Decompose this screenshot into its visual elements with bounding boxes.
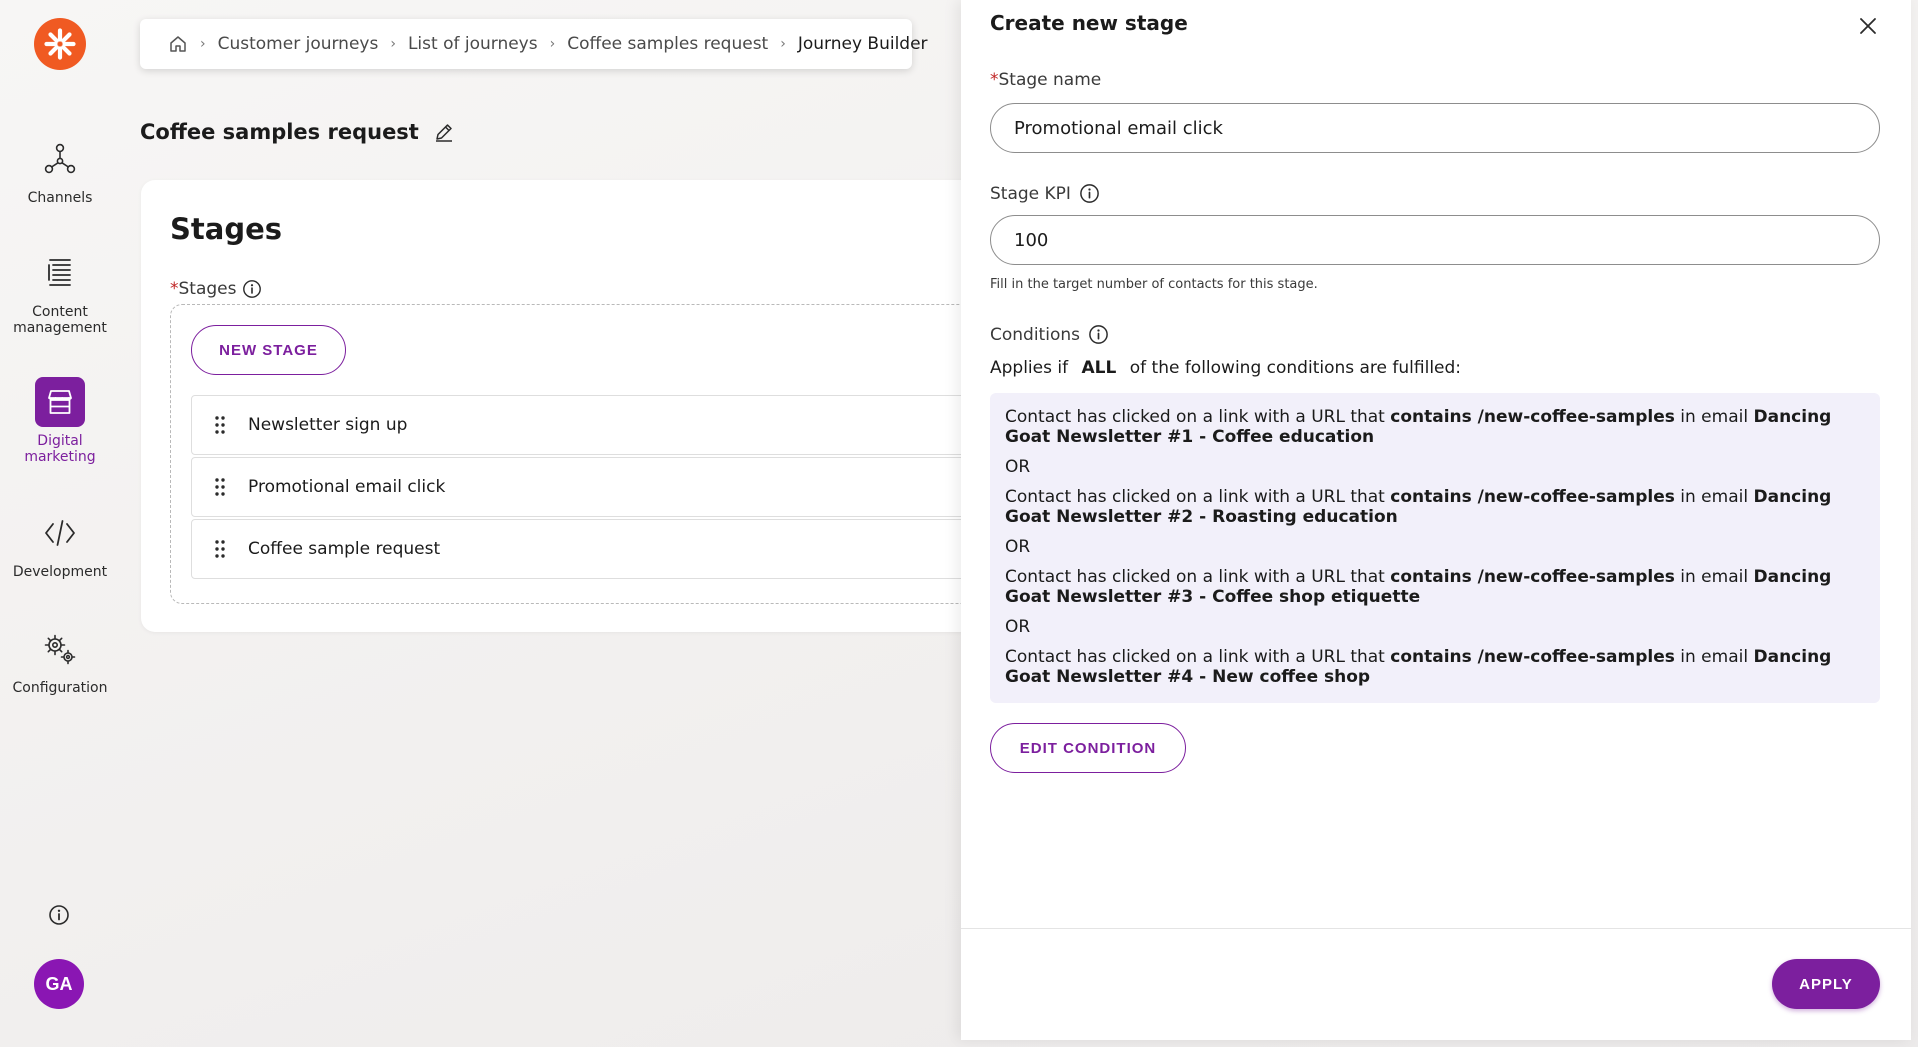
drag-handle-icon[interactable] xyxy=(192,415,248,435)
stages-drop-zone: NEW STAGE Newsletter sign up Promotional… xyxy=(170,304,1011,604)
conditions-summary: Contact has clicked on a link with a URL… xyxy=(990,393,1880,703)
condition-prefix: Contact has clicked on a link with a URL… xyxy=(1005,567,1385,587)
nav-item-label: Configuration xyxy=(12,680,108,696)
conditions-label: Conditions xyxy=(990,324,1109,345)
stages-field-label: * Stages xyxy=(170,279,262,299)
logo-icon xyxy=(44,28,76,60)
required-marker: * xyxy=(990,70,999,90)
create-stage-panel: Create new stage * Stage name Stage KPI … xyxy=(961,0,1911,1040)
nav-item-development[interactable]: Development xyxy=(0,508,120,580)
applies-operator: ALL xyxy=(1081,358,1117,378)
gears-icon xyxy=(44,634,76,665)
logo[interactable] xyxy=(34,18,86,70)
nav-item-digital-marketing[interactable]: Digital marketing xyxy=(0,377,120,465)
user-avatar[interactable]: GA xyxy=(34,959,84,1009)
stages-info-tooltip[interactable] xyxy=(242,279,262,299)
stage-item-label: Newsletter sign up xyxy=(248,415,408,435)
condition-item: Contact has clicked on a link with a URL… xyxy=(1005,567,1864,607)
condition-middle: in email xyxy=(1680,567,1749,587)
nav-item-content-management[interactable]: Content management xyxy=(0,248,120,336)
breadcrumb-list-of-journeys[interactable]: List of journeys xyxy=(408,34,538,54)
condition-prefix: Contact has clicked on a link with a URL… xyxy=(1005,487,1385,507)
main-navigation: Channels Content management Digital mark… xyxy=(0,0,120,1047)
chevron-right-icon: › xyxy=(390,36,396,52)
edit-condition-button[interactable]: EDIT CONDITION xyxy=(990,723,1186,773)
stage-kpi-label-text: Stage KPI xyxy=(990,183,1071,204)
stage-name-label-text: Stage name xyxy=(998,70,1102,90)
channels-icon xyxy=(44,143,76,174)
help-info-button[interactable] xyxy=(47,903,71,927)
condition-match: contains /new-coffee-samples xyxy=(1390,407,1675,427)
stage-name-label: * Stage name xyxy=(990,70,1101,90)
conditions-label-text: Conditions xyxy=(990,324,1080,345)
home-icon xyxy=(170,36,186,52)
breadcrumb-journey-builder: Journey Builder xyxy=(797,34,928,54)
applies-suffix: of the following conditions are fulfille… xyxy=(1129,358,1462,378)
pencil-icon xyxy=(435,124,452,142)
stage-item-label: Promotional email click xyxy=(248,477,446,497)
nav-item-label: Development xyxy=(12,564,108,580)
nav-item-configuration[interactable]: Configuration xyxy=(0,624,120,696)
info-icon xyxy=(1089,325,1108,344)
or-separator: OR xyxy=(1005,537,1031,557)
stage-item[interactable]: Newsletter sign up xyxy=(191,395,1011,455)
condition-prefix: Contact has clicked on a link with a URL… xyxy=(1005,647,1385,667)
or-separator: OR xyxy=(1005,457,1031,477)
condition-item: Contact has clicked on a link with a URL… xyxy=(1005,647,1864,687)
info-icon xyxy=(243,280,262,298)
code-icon xyxy=(45,520,75,546)
nav-item-label: Channels xyxy=(27,190,93,206)
chevron-right-icon: › xyxy=(780,36,786,52)
chevron-right-icon: › xyxy=(200,36,206,52)
nav-item-label: Content management xyxy=(13,304,107,336)
page-title: Coffee samples request xyxy=(140,120,455,144)
applies-prefix: Applies if xyxy=(990,358,1069,378)
nav-item-label: Digital marketing xyxy=(24,433,96,465)
stages-card: Stages * Stages NEW STAGE Newsletter sig… xyxy=(141,180,1011,632)
condition-match: contains /new-coffee-samples xyxy=(1390,567,1675,587)
nav-item-channels[interactable]: Channels xyxy=(0,134,120,206)
panel-footer-divider xyxy=(961,928,1911,929)
condition-middle: in email xyxy=(1680,407,1749,427)
conditions-info-tooltip[interactable] xyxy=(1088,324,1109,345)
stage-item-label: Coffee sample request xyxy=(248,539,441,559)
home-breadcrumb-link[interactable] xyxy=(168,34,188,54)
breadcrumb: › Customer journeys › List of journeys ›… xyxy=(140,19,928,69)
drag-handle-icon[interactable] xyxy=(192,477,248,497)
apply-button[interactable]: APPLY xyxy=(1772,959,1880,1009)
condition-match: contains /new-coffee-samples xyxy=(1390,647,1675,667)
stage-name-input[interactable] xyxy=(990,103,1880,153)
panel-title: Create new stage xyxy=(990,11,1188,35)
stage-kpi-label: Stage KPI xyxy=(990,183,1100,204)
stage-kpi-hint: Fill in the target number of contacts fo… xyxy=(990,277,1318,292)
page-title-text: Coffee samples request xyxy=(140,120,419,144)
condition-middle: in email xyxy=(1680,487,1749,507)
stage-item[interactable]: Promotional email click xyxy=(191,457,1011,517)
condition-match: contains /new-coffee-samples xyxy=(1390,487,1675,507)
condition-item: Contact has clicked on a link with a URL… xyxy=(1005,407,1864,447)
required-marker: * xyxy=(170,279,179,299)
info-icon xyxy=(49,905,69,925)
chevron-right-icon: › xyxy=(549,36,556,52)
stage-kpi-info-tooltip[interactable] xyxy=(1079,183,1100,204)
condition-item: Contact has clicked on a link with a URL… xyxy=(1005,487,1864,527)
breadcrumb-customer-journeys[interactable]: Customer journeys xyxy=(218,34,379,54)
applies-text: Applies if ALL of the following conditio… xyxy=(990,358,1461,378)
info-icon xyxy=(1080,184,1099,203)
close-icon xyxy=(1860,18,1876,34)
stages-heading: Stages xyxy=(170,212,283,246)
close-panel-button[interactable] xyxy=(1853,11,1883,41)
digital-marketing-icon xyxy=(48,390,72,414)
content-management-icon xyxy=(48,259,71,286)
stage-item[interactable]: Coffee sample request xyxy=(191,519,1011,579)
new-stage-button[interactable]: NEW STAGE xyxy=(191,325,346,375)
edit-title-button[interactable] xyxy=(433,121,455,143)
stage-kpi-input[interactable] xyxy=(990,215,1880,265)
condition-middle: in email xyxy=(1680,647,1749,667)
condition-prefix: Contact has clicked on a link with a URL… xyxy=(1005,407,1385,427)
drag-handle-icon[interactable] xyxy=(192,539,248,559)
breadcrumb-coffee-samples-request[interactable]: Coffee samples request xyxy=(567,34,768,54)
stages-label-text: Stages xyxy=(178,279,237,299)
or-separator: OR xyxy=(1005,617,1031,637)
